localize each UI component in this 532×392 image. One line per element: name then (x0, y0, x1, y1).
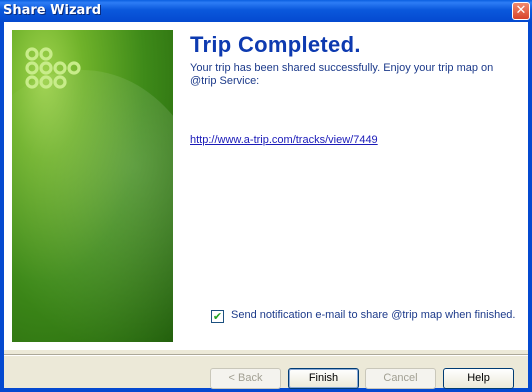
help-button[interactable]: Help (443, 368, 514, 389)
trip-logo-icon (25, 47, 81, 89)
window-frame-right (528, 22, 532, 392)
success-message: Your trip has been shared successfully. … (190, 62, 494, 87)
page-heading: Trip Completed. (190, 32, 361, 57)
finish-button[interactable]: Finish (288, 368, 359, 389)
wizard-side-graphic (12, 30, 173, 342)
close-button[interactable]: ✕ (512, 2, 530, 20)
window-title: Share Wizard (3, 3, 101, 18)
button-separator (4, 354, 528, 356)
notify-checkbox[interactable]: ✔ (211, 310, 224, 323)
back-button[interactable]: < Back (210, 368, 281, 389)
title-bar: Share Wizard ✕ (0, 0, 532, 22)
notify-checkbox-label[interactable]: Send notification e-mail to share @trip … (231, 309, 515, 321)
cancel-button[interactable]: Cancel (365, 368, 436, 389)
side-graphic-glow (12, 70, 173, 342)
trip-map-link[interactable]: http://www.a-trip.com/tracks/view/7449 (190, 134, 378, 146)
